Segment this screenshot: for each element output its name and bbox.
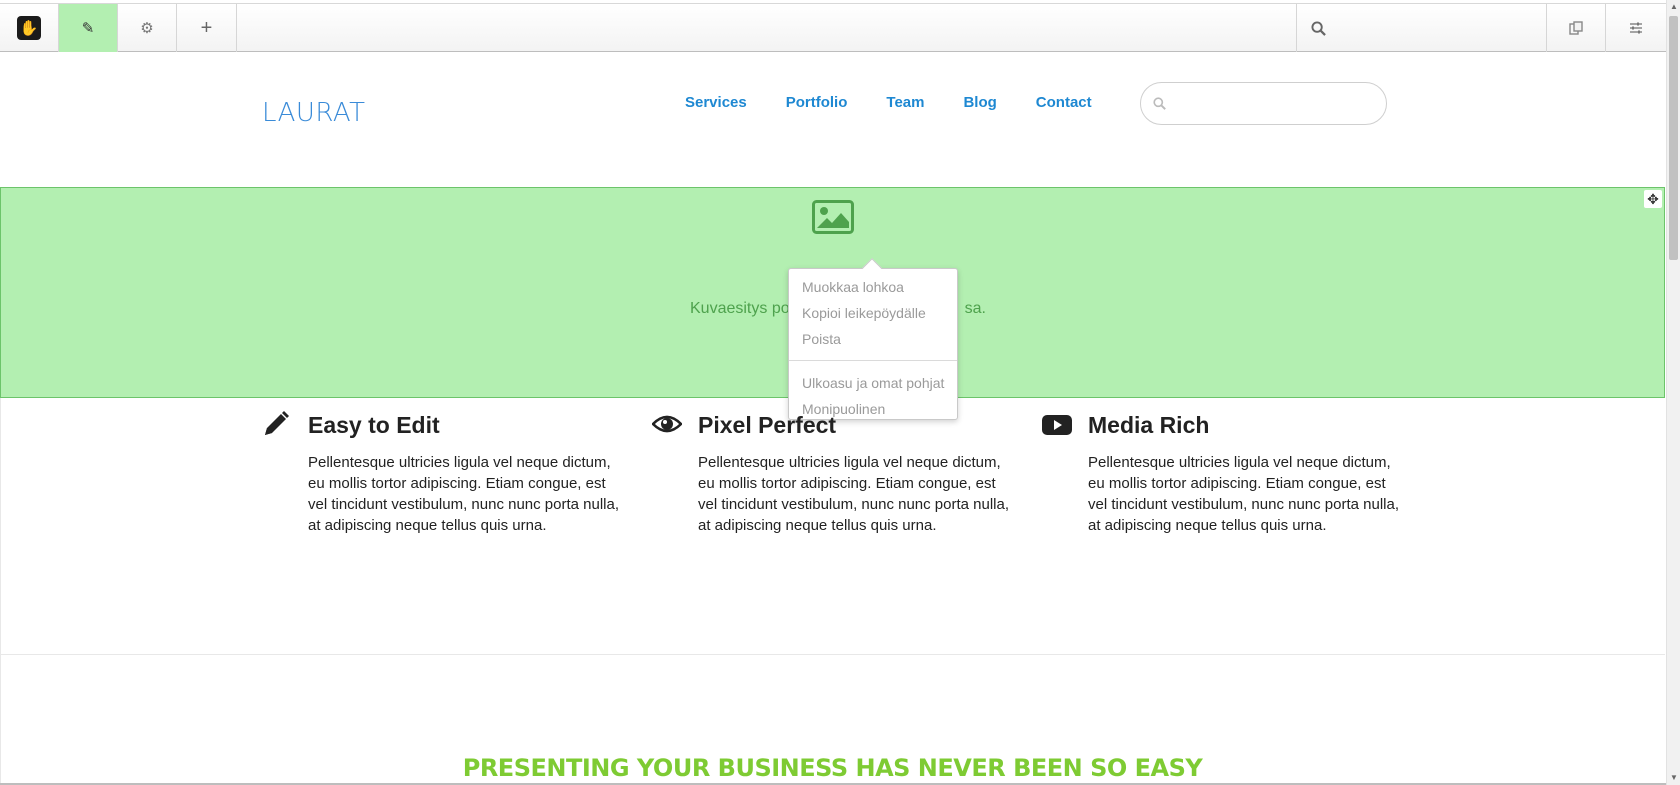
menu-item-edit-block[interactable]: Muokkaa lohkoa bbox=[789, 274, 957, 300]
eye-icon bbox=[652, 415, 682, 433]
menu-item-design-templates[interactable]: Ulkoasu ja omat pohjat bbox=[789, 370, 957, 396]
scroll-up-arrow-icon[interactable]: ▲ bbox=[1667, 0, 1680, 14]
pencil-icon bbox=[265, 411, 289, 435]
menu-divider bbox=[789, 360, 957, 361]
dashboard-button[interactable] bbox=[1606, 4, 1666, 52]
image-icon bbox=[812, 200, 854, 234]
search-icon bbox=[1311, 20, 1326, 36]
nav-team[interactable]: Team bbox=[886, 94, 924, 111]
toolbar-search-input[interactable] bbox=[1334, 13, 1534, 43]
nav-contact[interactable]: Contact bbox=[1036, 94, 1092, 111]
vertical-scrollbar[interactable]: ▲ ▼ bbox=[1666, 0, 1680, 785]
nav-portfolio[interactable]: Portfolio bbox=[786, 94, 848, 111]
feature-text: Pellentesque ultricies ligula vel neque … bbox=[698, 454, 1010, 534]
feature-title: Media Rich bbox=[1088, 412, 1210, 438]
pencil-icon: ✎ bbox=[81, 20, 95, 37]
edit-mode-button[interactable]: ✎ bbox=[59, 4, 118, 52]
menu-item-copy-to-clipboard[interactable]: Kopioi leikepöydälle bbox=[789, 300, 957, 326]
sliders-icon bbox=[1630, 22, 1642, 34]
concrete5-hand-logo-icon: ✋ bbox=[17, 16, 41, 40]
site-search bbox=[1140, 82, 1387, 125]
copy-pages-icon bbox=[1569, 21, 1583, 35]
scroll-down-arrow-icon[interactable]: ▼ bbox=[1667, 771, 1680, 785]
site-logo[interactable]: LAURAT bbox=[262, 98, 366, 128]
move-icon[interactable]: ✥ bbox=[1644, 190, 1662, 208]
plus-icon: + bbox=[200, 16, 213, 39]
feature-title: Easy to Edit bbox=[308, 412, 440, 438]
add-block-button[interactable]: + bbox=[177, 4, 237, 52]
nav-blog[interactable]: Blog bbox=[963, 94, 996, 111]
section-divider bbox=[0, 654, 1665, 655]
main-nav: Services Portfolio Team Blog Contact bbox=[685, 94, 1131, 111]
scrollbar-thumb[interactable] bbox=[1669, 16, 1678, 260]
sitemap-button[interactable] bbox=[1547, 4, 1606, 52]
block-context-menu: Muokkaa lohkoa Kopioi leikepöydälle Pois… bbox=[788, 258, 958, 420]
cms-logo-button[interactable]: ✋ bbox=[0, 4, 59, 52]
feature-text: Pellentesque ultricies ligula vel neque … bbox=[1088, 454, 1400, 534]
feature-text: Pellentesque ultricies ligula vel neque … bbox=[308, 454, 620, 534]
content-left-border bbox=[0, 398, 1, 785]
search-icon bbox=[1153, 97, 1166, 110]
cms-toolbar: ✋ ✎ ⚙ + bbox=[0, 3, 1666, 52]
section-tagline: PRESENTING YOUR BUSINESS HAS NEVER BEEN … bbox=[462, 754, 1203, 782]
site-search-input[interactable] bbox=[1174, 95, 1374, 112]
gear-icon: ⚙ bbox=[140, 20, 154, 37]
menu-item-delete[interactable]: Poista bbox=[789, 326, 957, 352]
youtube-play-icon bbox=[1042, 415, 1072, 435]
page-settings-button[interactable]: ⚙ bbox=[118, 4, 177, 52]
toolbar-search bbox=[1296, 4, 1547, 52]
feature-title: Pixel Perfect bbox=[698, 412, 837, 438]
nav-services[interactable]: Services bbox=[685, 94, 747, 111]
